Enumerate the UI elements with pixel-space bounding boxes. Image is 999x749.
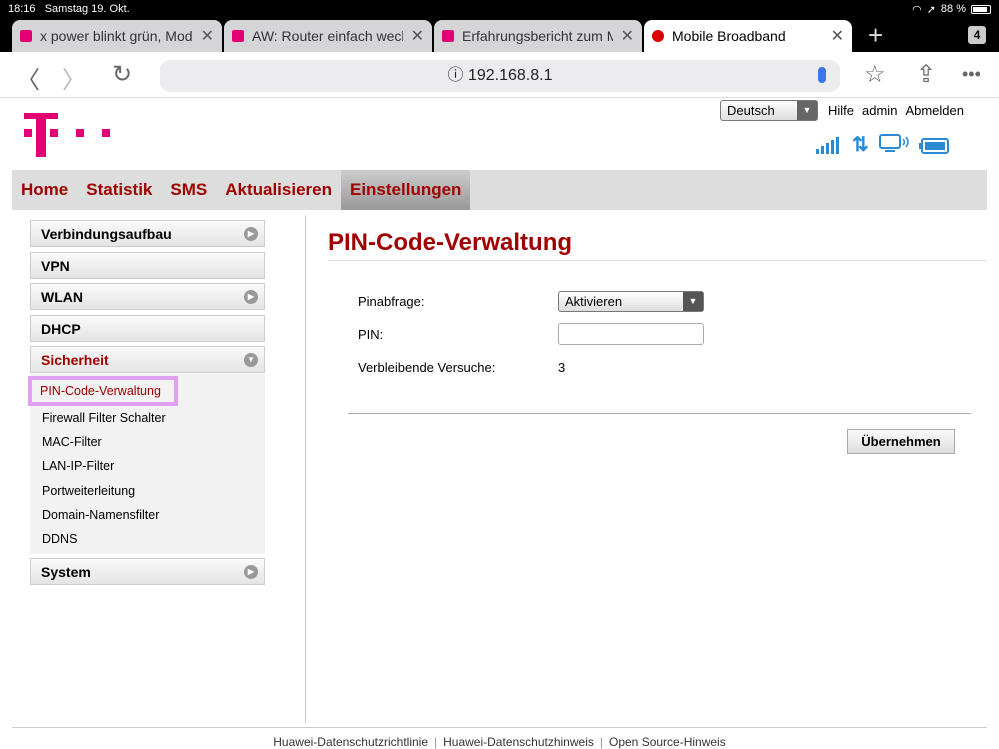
chevron-right-icon: ▶ xyxy=(244,227,258,241)
telekom-logo xyxy=(24,113,110,157)
chevron-down-icon: ▼ xyxy=(797,101,817,120)
back-icon[interactable]: 〈 xyxy=(16,60,40,95)
close-tab-icon[interactable]: ✕ xyxy=(201,26,214,46)
admin-link[interactable]: admin xyxy=(862,103,897,118)
battery-icon xyxy=(971,4,991,14)
chevron-right-icon: ▶ xyxy=(244,290,258,304)
signal-strength-icon xyxy=(816,137,839,154)
connected-device-icon xyxy=(878,134,909,152)
pinabfrage-label: Pinabfrage: xyxy=(358,294,425,309)
nav-statistik[interactable]: Statistik xyxy=(77,170,161,210)
divider xyxy=(12,727,987,728)
favicon-icon xyxy=(20,30,32,42)
address-bar[interactable]: ⓘ 192.168.8.1 xyxy=(160,60,840,92)
browser-toolbar: 〈 〉 ↻ ⓘ 192.168.8.1 ☆ ⇪ ••• xyxy=(0,52,999,98)
location-icon: ➚ xyxy=(926,3,936,16)
date: Samstag 19. Okt. xyxy=(44,3,130,15)
browser-tab[interactable]: Erfahrungsbericht zum M ✕ xyxy=(434,20,642,52)
divider xyxy=(305,215,306,723)
browser-tab[interactable]: x power blinkt grün, Mode ✕ xyxy=(12,20,222,52)
reload-icon[interactable]: ↻ xyxy=(112,60,132,89)
apply-button[interactable]: Übernehmen xyxy=(847,429,955,454)
data-transfer-icon: ⇅ xyxy=(852,134,869,156)
submenu-lan-ip-filter[interactable]: LAN-IP-Filter xyxy=(30,454,265,478)
status-bar: 18:16 Samstag 19. Okt. ◠ ➚ 88 % xyxy=(0,0,999,18)
chevron-down-icon: ▼ xyxy=(683,292,703,311)
battery-full-icon xyxy=(918,138,949,154)
browser-tab-active[interactable]: Mobile Broadband ✕ xyxy=(644,20,852,52)
close-tab-icon[interactable]: ✕ xyxy=(411,26,424,46)
chevron-down-icon: ▼ xyxy=(244,353,258,367)
submenu-firewall[interactable]: Firewall Filter Schalter xyxy=(30,406,265,430)
nav-home[interactable]: Home xyxy=(12,170,77,210)
forward-icon[interactable]: 〉 xyxy=(62,60,86,95)
submenu-pin-code-verwaltung[interactable]: PIN-Code-Verwaltung xyxy=(28,375,178,406)
remaining-attempts-label: Verbleibende Versuche: xyxy=(358,360,496,375)
privacy-notice-link[interactable]: Huawei-Datenschutzhinweis xyxy=(428,735,594,749)
sidebar-item-vpn[interactable]: VPN xyxy=(30,251,265,279)
tab-bar: x power blinkt grün, Mode ✕ AW: Router ei… xyxy=(0,18,999,52)
logout-link[interactable]: Abmelden xyxy=(905,103,964,118)
sidebar-item-verbindungsaufbau[interactable]: Verbindungsaufbau ▶ xyxy=(30,220,265,247)
close-tab-icon[interactable]: ✕ xyxy=(831,26,844,46)
nav-aktualisieren[interactable]: Aktualisieren xyxy=(216,170,341,210)
page-title: PIN-Code-Verwaltung xyxy=(328,229,573,256)
bookmark-star-icon[interactable]: ☆ xyxy=(864,60,886,89)
open-source-link[interactable]: Open Source-Hinweis xyxy=(594,735,726,749)
help-link[interactable]: Hilfe xyxy=(828,103,854,118)
pin-label: PIN: xyxy=(358,327,384,342)
nav-sms[interactable]: SMS xyxy=(161,170,216,210)
pin-input[interactable] xyxy=(558,323,704,345)
new-tab-icon[interactable]: + xyxy=(868,20,883,51)
wifi-icon: ◠ xyxy=(912,3,922,16)
remaining-attempts-value: 3 xyxy=(558,360,566,375)
divider xyxy=(328,260,987,261)
sidebar-item-system[interactable]: System ▶ xyxy=(30,557,265,585)
browser-tab[interactable]: AW: Router einfach wechs ✕ xyxy=(224,20,432,52)
sidebar-item-wlan[interactable]: WLAN ▶ xyxy=(30,283,265,310)
huawei-favicon-icon xyxy=(652,30,664,42)
language-select[interactable]: Deutsch ▼ xyxy=(720,100,818,121)
microphone-icon[interactable] xyxy=(818,67,826,83)
chevron-right-icon: ▶ xyxy=(244,564,258,579)
divider xyxy=(348,413,971,414)
pinabfrage-select[interactable]: Aktivieren ▼ xyxy=(558,291,704,312)
time: 18:16 xyxy=(8,3,36,15)
sidebar-submenu: PIN-Code-Verwaltung Firewall Filter Scha… xyxy=(28,373,265,554)
sidebar-item-sicherheit[interactable]: Sicherheit ▼ xyxy=(30,346,265,373)
submenu-ddns[interactable]: DDNS xyxy=(30,527,265,551)
sidebar-item-dhcp[interactable]: DHCP xyxy=(30,314,265,342)
favicon-icon xyxy=(232,30,244,42)
favicon-icon xyxy=(442,30,454,42)
nav-einstellungen[interactable]: Einstellungen xyxy=(340,170,471,210)
share-icon[interactable]: ⇪ xyxy=(916,60,936,89)
info-icon: ⓘ xyxy=(447,67,468,84)
battery-percent: 88 % xyxy=(940,3,966,15)
tab-count-button[interactable]: 4 xyxy=(968,26,986,44)
sidebar: Verbindungsaufbau ▶ VPN WLAN ▶ DHCP Sicher… xyxy=(28,220,265,589)
privacy-policy-link[interactable]: Huawei-Datenschutzrichtlinie xyxy=(273,735,428,749)
submenu-portweiterleitung[interactable]: Portweiterleitung xyxy=(30,479,265,503)
close-tab-icon[interactable]: ✕ xyxy=(621,26,634,46)
more-icon[interactable]: ••• xyxy=(962,64,981,85)
main-nav: Home Statistik SMS Aktualisieren Einstel… xyxy=(12,170,987,210)
footer: Huawei-DatenschutzrichtlinieHuawei-Daten… xyxy=(0,735,999,749)
submenu-mac-filter[interactable]: MAC-Filter xyxy=(30,430,265,454)
submenu-domain-namensfilter[interactable]: Domain-Namensfilter xyxy=(30,503,265,527)
